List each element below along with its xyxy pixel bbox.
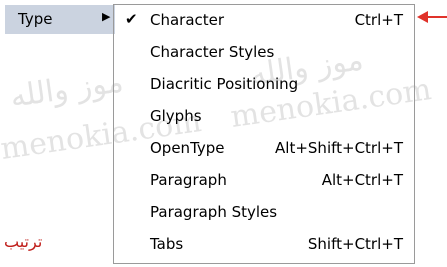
submenu-item-shortcut: Alt+Ctrl+T	[321, 171, 403, 189]
triangle-right-icon: ▶	[102, 10, 111, 23]
red-arrow-icon	[417, 11, 447, 23]
submenu-item-glyphs[interactable]: Glyphs	[114, 102, 414, 131]
submenu-item-shortcut: Alt+Shift+Ctrl+T	[275, 139, 403, 157]
submenu-item-label: Character Styles	[150, 43, 275, 61]
annotation-caption: ترتيب	[4, 232, 43, 251]
submenu-item-label: Character	[150, 11, 225, 29]
menu-item-type-label: Type	[18, 10, 53, 28]
submenu-item-label: Paragraph	[150, 171, 227, 189]
submenu-item-diacritic-positioning[interactable]: Diacritic Positioning	[114, 70, 414, 99]
submenu-item-label: Diacritic Positioning	[150, 75, 299, 93]
submenu-item-shortcut: Ctrl+T	[354, 11, 403, 29]
submenu-item-tabs[interactable]: Tabs Shift+Ctrl+T	[114, 230, 414, 259]
submenu-item-shortcut: Shift+Ctrl+T	[307, 235, 403, 253]
submenu-item-label: OpenType	[150, 139, 225, 157]
submenu-item-label: Paragraph Styles	[150, 203, 278, 221]
submenu-item-paragraph-styles[interactable]: Paragraph Styles	[114, 198, 414, 227]
submenu-item-label: Tabs	[150, 235, 184, 253]
submenu-item-paragraph[interactable]: Paragraph Alt+Ctrl+T	[114, 166, 414, 195]
submenu-item-opentype[interactable]: OpenType Alt+Shift+Ctrl+T	[114, 134, 414, 163]
submenu-item-character-styles[interactable]: Character Styles	[114, 38, 414, 67]
submenu-item-character[interactable]: ✔ Character Ctrl+T	[114, 6, 414, 35]
checkmark-icon: ✔	[125, 10, 138, 28]
type-submenu: ✔ Character Ctrl+T Character Styles Diac…	[113, 4, 415, 264]
submenu-item-label: Glyphs	[150, 107, 202, 125]
watermark-arabic: موز والله	[8, 64, 126, 115]
menu-item-type[interactable]: Type ▶	[5, 5, 115, 34]
